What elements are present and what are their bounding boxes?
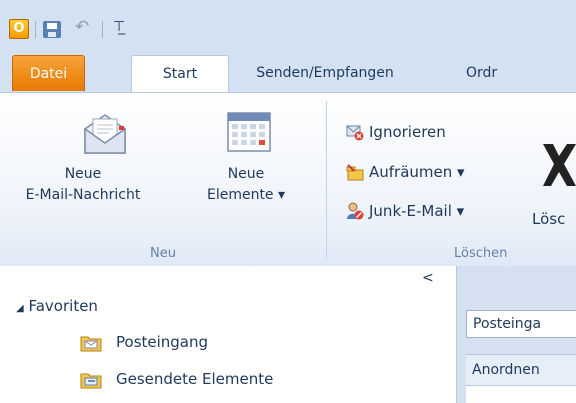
- nav-item-gesendete-elemente[interactable]: Gesendete Elemente: [80, 370, 440, 392]
- new-items-label-2: Elemente ▾: [206, 187, 286, 203]
- cleanup-label: Aufräumen ▾: [369, 163, 465, 181]
- new-items-icon: [227, 112, 271, 152]
- sent-folder-icon: [80, 373, 102, 389]
- junk-mail-icon: [347, 202, 364, 220]
- ribbon-tabs: Datei Start Senden/Empfangen Ordr: [0, 44, 576, 93]
- arrange-by-header[interactable]: Anordnen: [466, 354, 576, 386]
- junk-mail-label: Junk-E-Mail ▾: [369, 202, 465, 220]
- new-items-label-1: Neue: [227, 166, 265, 182]
- delete-icon: [543, 144, 576, 186]
- new-email-label-1: Neue: [64, 166, 102, 182]
- favorites-header[interactable]: ◢ Favoriten: [16, 297, 98, 315]
- quick-access-toolbar: O ↶ ⊤̲: [0, 0, 576, 44]
- ignore-label: Ignorieren: [369, 123, 446, 141]
- group-label-loeschen: Löschen: [454, 246, 508, 261]
- mail-list: [466, 386, 576, 403]
- delete-button[interactable]: Lösc: [532, 207, 576, 231]
- tab-ordner[interactable]: Ordr: [466, 55, 576, 91]
- save-icon[interactable]: [43, 21, 61, 38]
- delete-label: Lösc: [532, 210, 566, 228]
- undo-icon[interactable]: ↶: [75, 17, 89, 37]
- cleanup-icon: [346, 164, 364, 181]
- customize-qat-icon[interactable]: ⊤̲: [113, 19, 125, 35]
- ignore-icon: [346, 125, 364, 141]
- new-email-label-2: E-Mail-Nachricht: [25, 187, 141, 203]
- junk-mail-button[interactable]: Junk-E-Mail ▾: [346, 199, 516, 223]
- tab-senden-empfangen[interactable]: Senden/Empfangen: [244, 55, 406, 91]
- inbox-folder-icon: [80, 336, 102, 352]
- outlook-icon[interactable]: O: [9, 19, 29, 39]
- tab-datei[interactable]: Datei: [12, 55, 85, 91]
- nav-item-label: Posteingang: [116, 333, 209, 351]
- search-input[interactable]: Posteinga: [466, 310, 576, 338]
- group-separator: [326, 101, 327, 259]
- favorites-label: Favoriten: [28, 297, 98, 315]
- group-label-neu: Neu: [150, 246, 176, 261]
- expand-triangle-icon: ◢: [16, 303, 24, 314]
- new-email-icon: [84, 114, 126, 154]
- new-items-button[interactable]: Neue Elemente ▾: [166, 164, 326, 206]
- tab-start[interactable]: Start: [131, 55, 229, 93]
- nav-item-posteingang[interactable]: Posteingang: [80, 333, 430, 355]
- qat-separator: [35, 21, 36, 38]
- cleanup-button[interactable]: Aufräumen ▾: [346, 160, 516, 184]
- collapse-nav-icon[interactable]: <: [422, 270, 434, 286]
- ignore-button[interactable]: Ignorieren: [346, 120, 516, 144]
- nav-item-label: Gesendete Elemente: [116, 370, 274, 388]
- new-email-button[interactable]: Neue E-Mail-Nachricht: [0, 164, 166, 206]
- qat-separator: [102, 21, 103, 38]
